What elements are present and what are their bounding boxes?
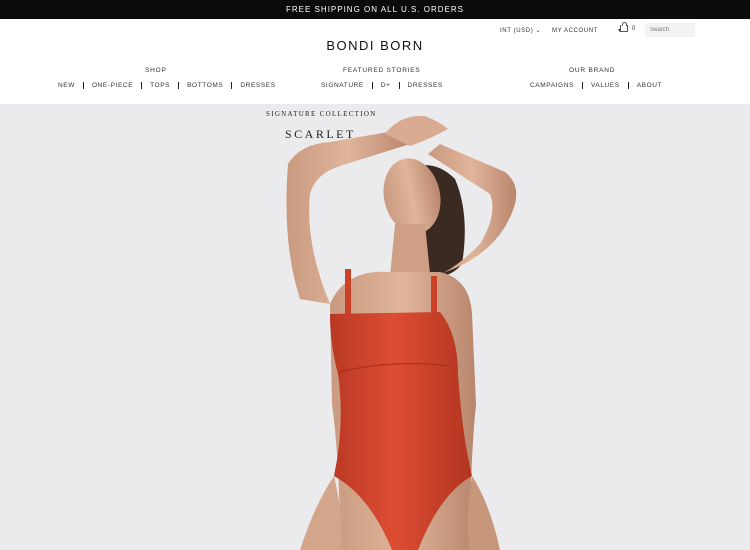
nav-item-about[interactable]: ABOUT <box>637 82 662 89</box>
nav-divider <box>178 82 180 89</box>
nav-divider <box>231 82 233 89</box>
nav-item-signature[interactable]: SIGNATURE <box>321 82 364 89</box>
nav-stories-title[interactable]: FEATURED STORIES <box>343 67 421 74</box>
collection-label: SIGNATURE COLLECTION <box>266 110 377 118</box>
my-account-link[interactable]: MY ACCOUNT ▾ <box>552 27 622 34</box>
nav-item-campaigns[interactable]: CAMPAIGNS <box>530 82 574 89</box>
currency-selector[interactable]: INT (USD) ⌄ <box>500 27 541 34</box>
search-input[interactable] <box>645 23 695 37</box>
logo[interactable]: BONDI BORN <box>0 38 750 53</box>
nav-brand-row: CAMPAIGNS VALUES ABOUT <box>530 82 662 89</box>
nav-item-d-plus[interactable]: D+ <box>381 82 391 89</box>
nav-item-values[interactable]: VALUES <box>591 82 620 89</box>
nav-shop-title[interactable]: SHOP <box>145 67 167 74</box>
promo-banner: FREE SHIPPING ON ALL U.S. ORDERS <box>0 0 750 19</box>
nav-item-dresses[interactable]: DRESSES <box>240 82 275 89</box>
nav-divider <box>581 82 583 89</box>
nav-item-story-dresses[interactable]: DRESSES <box>408 82 443 89</box>
cart-count: 0 <box>632 25 636 32</box>
model-figure-image <box>286 115 517 550</box>
promo-text: FREE SHIPPING ON ALL U.S. ORDERS <box>286 5 464 14</box>
nav-item-tops[interactable]: TOPS <box>150 82 170 89</box>
hero-title[interactable]: SCARLET <box>285 127 356 142</box>
nav-stories-row: SIGNATURE D+ DRESSES <box>321 82 443 89</box>
nav-item-bottoms[interactable]: BOTTOMS <box>187 82 223 89</box>
nav-divider <box>141 82 143 89</box>
nav-divider <box>82 82 84 89</box>
nav-divider <box>371 82 373 89</box>
shopping-bag-icon <box>620 22 628 32</box>
nav-divider <box>627 82 629 89</box>
site-header: INT (USD) ⌄ MY ACCOUNT ▾ 0 BONDI BORN SH… <box>0 19 750 104</box>
nav-item-new[interactable]: NEW <box>58 82 75 89</box>
nav-shop-row: NEW ONE-PIECE TOPS BOTTOMS DRESSES <box>58 82 276 89</box>
hero-banner[interactable] <box>0 104 750 550</box>
nav-brand-title[interactable]: OUR BRAND <box>569 67 615 74</box>
my-account-label: MY ACCOUNT <box>552 28 598 34</box>
nav-divider <box>398 82 400 89</box>
cart-button[interactable]: 0 <box>620 22 636 32</box>
nav-item-one-piece[interactable]: ONE-PIECE <box>92 82 133 89</box>
